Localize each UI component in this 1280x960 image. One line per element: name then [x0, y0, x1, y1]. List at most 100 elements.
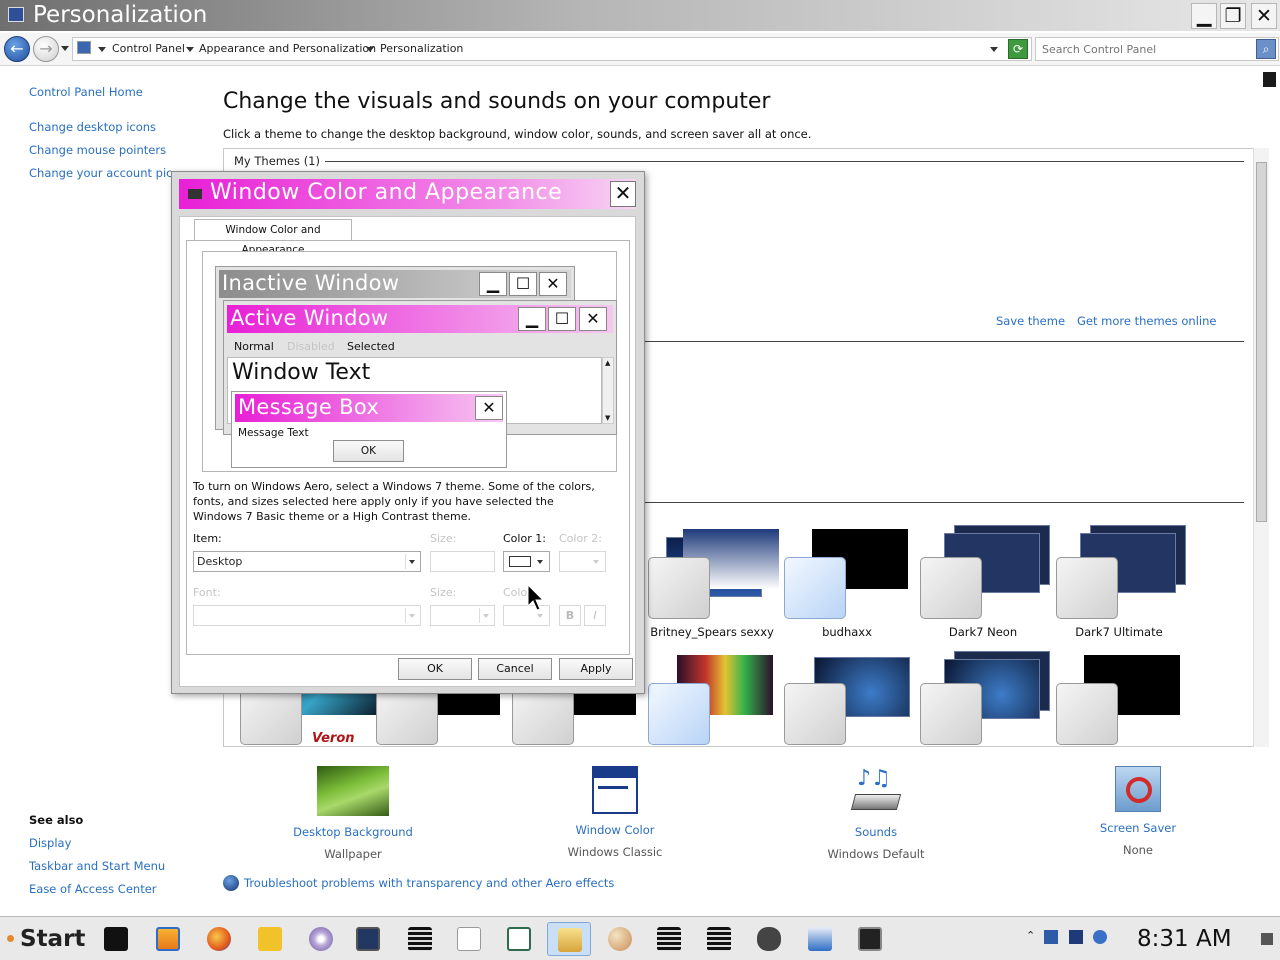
chevron-down-icon — [479, 608, 492, 623]
setting-label[interactable]: Sounds — [796, 825, 956, 839]
theme-dark7-neon[interactable]: Dark7 Neon — [920, 523, 1050, 639]
taskbar-console-1[interactable] — [398, 922, 442, 956]
color1-picker[interactable] — [503, 551, 550, 572]
window-title: Personalization — [33, 2, 208, 28]
tab-window-color-appearance[interactable]: Window Color and Appearance — [194, 219, 352, 256]
get-more-themes-link[interactable]: Get more themes online — [1077, 314, 1216, 328]
network-tray-icon[interactable] — [1044, 930, 1058, 944]
item-select-value: Desktop — [197, 555, 243, 568]
taskbar-start-menu-link[interactable]: Taskbar and Start Menu — [29, 859, 165, 873]
dialog-close-button[interactable]: ✕ — [610, 181, 636, 207]
themes-scrollbar[interactable] — [1253, 148, 1269, 747]
apply-button[interactable]: Apply — [559, 658, 633, 680]
cancel-button[interactable]: Cancel — [478, 658, 552, 680]
scrollbar-thumb[interactable] — [1256, 162, 1267, 522]
taskbar-cards[interactable] — [447, 922, 491, 956]
theme-equalizer[interactable] — [648, 649, 778, 746]
taskbar: Start ⌃ 8:31 AM — [0, 916, 1280, 960]
change-mouse-pointers-link[interactable]: Change mouse pointers — [29, 143, 166, 157]
page-subtitle: Click a theme to change the desktop back… — [223, 127, 812, 141]
taskbar-console-2[interactable] — [647, 922, 691, 956]
breadcrumb-personalization[interactable]: Personalization — [380, 42, 463, 55]
back-button[interactable]: ← — [4, 36, 30, 62]
refresh-button[interactable]: ⟳ — [1008, 39, 1028, 59]
theme-blue-night-1[interactable] — [784, 649, 914, 746]
terminal-icon — [104, 927, 128, 951]
change-account-picture-link[interactable]: Change your account picture — [29, 166, 171, 180]
display-link[interactable]: Display — [29, 836, 71, 850]
search-icon[interactable]: ⌕ — [1256, 39, 1276, 59]
theme-blue-night-2[interactable] — [920, 649, 1050, 746]
breadcrumb[interactable]: Control Panel Appearance and Personaliza… — [72, 37, 1032, 61]
display-tray-icon[interactable] — [1069, 930, 1083, 944]
setting-label[interactable]: Window Color — [535, 823, 695, 837]
search-input[interactable] — [1042, 41, 1242, 57]
breadcrumb-appearance[interactable]: Appearance and Personalization — [199, 42, 376, 55]
theme-britney-spears[interactable]: Britney_Spears sexxy — [648, 523, 779, 639]
volume-tray-icon[interactable] — [1093, 930, 1107, 944]
chevron-down-icon[interactable] — [366, 47, 374, 52]
taskbar-mouse[interactable] — [747, 922, 791, 956]
close-button[interactable]: ✕ — [1251, 3, 1277, 29]
chevron-down-icon[interactable] — [186, 47, 194, 52]
theme-black-3[interactable] — [1056, 649, 1186, 746]
taskbar-network-tool[interactable] — [248, 922, 292, 956]
item-select[interactable]: Desktop — [193, 551, 421, 572]
address-history-dropdown-icon[interactable] — [990, 47, 998, 52]
taskbar-firefox[interactable] — [197, 922, 241, 956]
help-icon[interactable] — [1263, 72, 1276, 87]
clock[interactable]: 8:31 AM — [1137, 926, 1232, 952]
mouse-cursor-icon — [527, 584, 545, 611]
recent-pages-dropdown-icon[interactable] — [61, 46, 69, 51]
breadcrumb-control-panel[interactable]: Control Panel — [112, 42, 185, 55]
forward-button[interactable]: → — [33, 36, 59, 62]
show-hidden-icons-button[interactable]: ⌃ — [1026, 929, 1035, 942]
start-orb-icon — [7, 935, 14, 942]
change-desktop-icons-link[interactable]: Change desktop icons — [29, 120, 156, 134]
restore-button[interactable]: ❐ — [1220, 3, 1246, 29]
theme-name: budhaxx — [822, 625, 872, 639]
appearance-preview[interactable]: Inactive Window ▁ ☐ ✕ Active Window ▁ ☐ … — [202, 251, 617, 472]
ease-of-access-link[interactable]: Ease of Access Center — [29, 882, 157, 896]
color2-picker[interactable] — [559, 551, 606, 572]
taskbar-document[interactable] — [497, 922, 541, 956]
taskbar-personalization[interactable] — [547, 922, 591, 956]
taskbar-disc[interactable] — [299, 922, 343, 956]
window-color-setting[interactable]: Window Color Windows Classic — [535, 766, 695, 859]
bold-toggle[interactable]: B — [559, 605, 581, 626]
minimize-button[interactable]: ▁ — [1191, 3, 1217, 29]
theme-color-swatch — [648, 557, 710, 619]
chevron-down-icon[interactable] — [98, 47, 106, 52]
taskbar-terminal[interactable] — [94, 922, 138, 956]
setting-value: Wallpaper — [324, 847, 382, 861]
start-button[interactable]: Start — [4, 921, 88, 957]
taskbar-paint[interactable] — [598, 922, 642, 956]
setting-label[interactable]: Desktop Background — [273, 825, 433, 839]
font-size-select[interactable] — [430, 605, 495, 626]
show-desktop-button[interactable] — [1261, 933, 1273, 945]
setting-label[interactable]: Screen Saver — [1058, 821, 1218, 835]
theme-dark7-ultimate[interactable]: Dark7 Ultimate — [1056, 523, 1186, 639]
size-spinner[interactable] — [430, 551, 495, 572]
taskbar-media-player[interactable] — [146, 922, 190, 956]
message-box-preview[interactable]: Message Box ✕ Message Text OK — [231, 391, 507, 468]
sounds-setting[interactable]: ♪♫ Sounds Windows Default — [796, 766, 956, 861]
control-panel-home-link[interactable]: Control Panel Home — [29, 85, 143, 99]
search-box[interactable]: ⌕ — [1035, 37, 1279, 61]
see-also-heading: See also — [29, 813, 84, 827]
taskbar-monitor[interactable] — [346, 922, 390, 956]
desktop-background-setting[interactable]: Desktop Background Wallpaper — [273, 766, 433, 861]
taskbar-console-3[interactable] — [697, 922, 741, 956]
troubleshoot-aero-link[interactable]: Troubleshoot problems with transparency … — [244, 876, 614, 890]
taskbar-display[interactable] — [848, 922, 892, 956]
screen-saver-setting[interactable]: Screen Saver None — [1058, 766, 1218, 857]
ok-button[interactable]: OK — [398, 658, 472, 680]
save-theme-link[interactable]: Save theme — [996, 314, 1065, 328]
taskbar-remote-desktop[interactable] — [798, 922, 842, 956]
font-select[interactable] — [193, 605, 421, 626]
italic-toggle[interactable]: I — [584, 605, 606, 626]
network-icon — [258, 927, 282, 951]
theme-budhaxx[interactable]: budhaxx — [784, 523, 914, 639]
theme-color-swatch — [784, 683, 846, 745]
dialog-title-bar[interactable]: Window Color and Appearance — [179, 179, 636, 209]
